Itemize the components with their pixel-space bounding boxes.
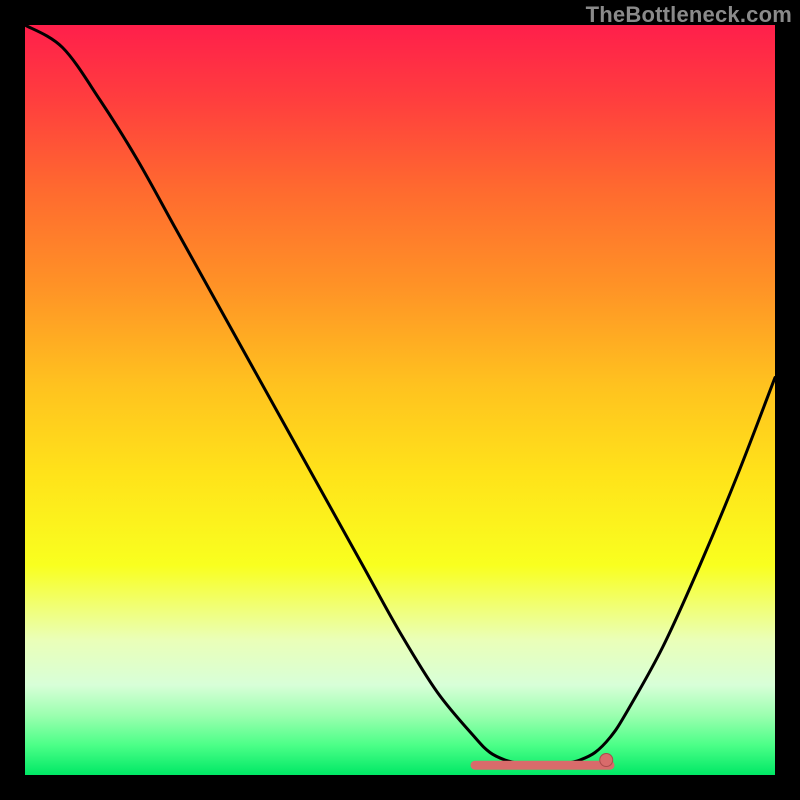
watermark-text: TheBottleneck.com — [586, 2, 792, 28]
chart-frame: TheBottleneck.com — [0, 0, 800, 800]
plot-svg — [25, 25, 775, 775]
marker-dot — [600, 754, 613, 767]
gradient-background — [25, 25, 775, 775]
plot-area — [25, 25, 775, 775]
